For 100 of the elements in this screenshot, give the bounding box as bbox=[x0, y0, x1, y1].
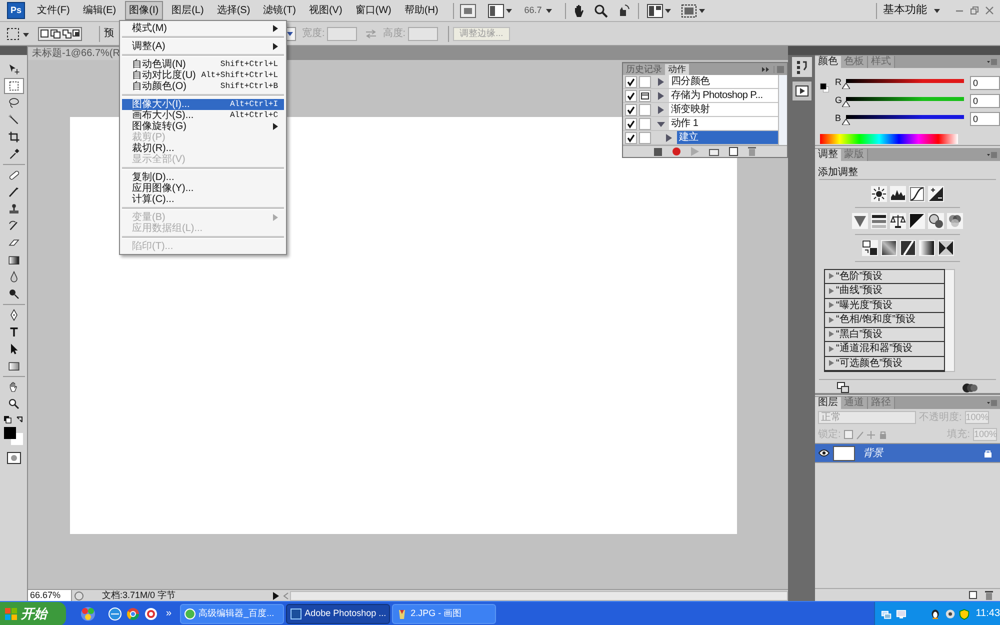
gradient-square-icon[interactable] bbox=[880, 240, 896, 256]
menu-item[interactable]: 图像旋转(G) bbox=[122, 121, 284, 132]
horizontal-scrollbar[interactable] bbox=[290, 590, 788, 600]
expand-triangle-icon[interactable] bbox=[665, 134, 673, 142]
marquee-preset-icon[interactable] bbox=[6, 26, 30, 42]
color-spectrum-bar[interactable] bbox=[820, 134, 958, 144]
color-swatches-icon[interactable] bbox=[2, 426, 24, 446]
slider-thumb-icon[interactable] bbox=[842, 118, 850, 124]
expand-triangle-icon[interactable] bbox=[657, 92, 665, 100]
eye-icon[interactable] bbox=[818, 448, 830, 458]
menu-item[interactable]: 图像(I) bbox=[125, 1, 163, 20]
checkmark-icon[interactable] bbox=[625, 76, 637, 88]
start-button[interactable]: 开始 bbox=[0, 602, 66, 625]
pinwheel-icon[interactable] bbox=[80, 606, 96, 622]
expand-triangle-icon[interactable] bbox=[657, 78, 665, 86]
menu-item[interactable]: 编辑(E) bbox=[78, 1, 120, 20]
marquee-tool-icon[interactable] bbox=[4, 78, 24, 94]
expand-triangle-icon[interactable] bbox=[657, 106, 665, 114]
gradient-bar-icon[interactable] bbox=[918, 240, 934, 256]
layer-row[interactable]: 背景 bbox=[815, 444, 1000, 463]
image-swap-icon[interactable] bbox=[862, 240, 878, 256]
sun-icon[interactable] bbox=[871, 186, 887, 202]
menu-item[interactable]: 复制(D)... bbox=[122, 172, 284, 183]
panel-menu-icon[interactable] bbox=[986, 398, 998, 408]
quick-mask-icon[interactable] bbox=[6, 452, 20, 464]
slash-icon[interactable] bbox=[900, 240, 916, 256]
panel-tab[interactable]: 图层 bbox=[815, 397, 841, 409]
panel-tab[interactable]: 动作 bbox=[665, 64, 689, 75]
menu-item[interactable]: 选择(S) bbox=[212, 1, 254, 20]
menu-item[interactable]: 自动色调(N) Shift+Ctrl+L bbox=[122, 59, 284, 70]
zoom-icon[interactable] bbox=[594, 4, 608, 18]
play-icon[interactable] bbox=[272, 590, 280, 600]
taskbar-button[interactable]: 2.JPG - 画图 bbox=[392, 604, 496, 624]
checkmark-icon[interactable] bbox=[625, 90, 637, 102]
browser-icon[interactable] bbox=[108, 606, 122, 620]
workspace-switcher[interactable]: 基本功能 bbox=[883, 2, 927, 19]
stop-icon[interactable] bbox=[654, 148, 662, 156]
action-item[interactable]: 渐变映射 bbox=[669, 103, 778, 116]
triangle-icon[interactable] bbox=[852, 212, 868, 229]
restore-icon[interactable] bbox=[970, 6, 979, 15]
channel-slider[interactable] bbox=[844, 78, 966, 88]
caret-icon[interactable] bbox=[544, 6, 553, 14]
layer-name[interactable]: 背景 bbox=[863, 446, 984, 460]
folder-icon[interactable] bbox=[709, 148, 719, 156]
dialog-toggle-icon[interactable] bbox=[639, 76, 651, 88]
vertical-scrollbar[interactable] bbox=[778, 75, 787, 145]
menu-item[interactable]: 应用图像(Y)... bbox=[122, 183, 284, 194]
arrange-documents-icon[interactable] bbox=[646, 4, 671, 18]
selection-mode-icons[interactable] bbox=[38, 26, 82, 40]
menu-item[interactable]: 自动颜色(O) Shift+Ctrl+B bbox=[122, 81, 284, 92]
screen-mode-icon[interactable] bbox=[680, 4, 705, 18]
layout-icon[interactable] bbox=[488, 4, 512, 18]
menu-item[interactable]: 自动对比度(U) Alt+Shift+Ctrl+L bbox=[122, 70, 284, 81]
close-icon[interactable] bbox=[985, 6, 994, 15]
swap-colors-icon[interactable] bbox=[2, 415, 24, 425]
caret-icon[interactable] bbox=[933, 6, 941, 14]
more-button[interactable]: » bbox=[166, 606, 172, 621]
menu-item[interactable]: 模式(M) bbox=[122, 23, 284, 34]
menu-item[interactable]: 画布大小(S)... Alt+Ctrl+C bbox=[122, 110, 284, 121]
menu-item[interactable]: 裁切(R)... bbox=[122, 143, 284, 154]
checkmark-icon[interactable] bbox=[625, 118, 637, 130]
menu-item[interactable]: 图像大小(I)... Alt+Ctrl+I bbox=[122, 99, 284, 110]
curve-graph-icon[interactable] bbox=[909, 186, 925, 202]
checkmark-icon[interactable] bbox=[625, 132, 637, 144]
taskbar-button[interactable]: 高级编辑器_百度... bbox=[180, 604, 284, 624]
record-icon[interactable] bbox=[672, 147, 681, 156]
panel-tab[interactable]: 颜色 bbox=[815, 56, 841, 68]
action-item[interactable]: 四分颜色 bbox=[669, 75, 778, 88]
action-item[interactable]: 存储为 Photoshop P... bbox=[669, 89, 778, 102]
target-icon[interactable] bbox=[144, 606, 158, 620]
menu-item[interactable]: 视图(V) bbox=[304, 1, 346, 20]
checkmark-icon[interactable] bbox=[625, 104, 637, 116]
collapse-triangle-icon[interactable] bbox=[657, 120, 665, 128]
bridge-icon[interactable] bbox=[460, 4, 476, 18]
scales-icon[interactable] bbox=[890, 212, 906, 229]
panel-menu-icon[interactable] bbox=[986, 57, 998, 67]
slider-thumb-icon[interactable] bbox=[842, 100, 850, 106]
channel-slider[interactable] bbox=[844, 96, 966, 106]
chrome-icon[interactable] bbox=[126, 606, 140, 620]
new-layer-icon[interactable] bbox=[968, 590, 978, 600]
height-field[interactable] bbox=[408, 26, 438, 40]
menu-item[interactable]: 调整(A) bbox=[122, 41, 284, 52]
taskbar-button[interactable]: Adobe Photoshop ... bbox=[286, 604, 390, 624]
menu-item[interactable]: 窗口(W) bbox=[351, 1, 396, 20]
width-field[interactable] bbox=[326, 26, 357, 40]
menu-item[interactable]: 计算(C)... bbox=[122, 194, 284, 205]
channel-value-field[interactable]: 0 bbox=[970, 76, 1000, 90]
menu-item[interactable]: 图层(L) bbox=[168, 1, 208, 20]
menu-item[interactable]: 文件(F) bbox=[33, 1, 74, 20]
shield-icon[interactable] bbox=[959, 608, 970, 620]
dialog-toggle-icon[interactable] bbox=[639, 90, 651, 102]
dialog-toggle-icon[interactable] bbox=[639, 132, 651, 144]
menu-item[interactable]: 滤镜(T) bbox=[259, 1, 300, 20]
dialog-toggle-icon[interactable] bbox=[639, 118, 651, 130]
circles-icon[interactable] bbox=[928, 212, 944, 229]
menu-item[interactable]: 帮助(H) bbox=[400, 1, 442, 20]
new-action-icon[interactable] bbox=[729, 147, 738, 156]
stripes-icon[interactable] bbox=[871, 212, 887, 229]
dialog-toggle-icon[interactable] bbox=[639, 104, 651, 116]
exposure-icon[interactable] bbox=[928, 186, 944, 202]
